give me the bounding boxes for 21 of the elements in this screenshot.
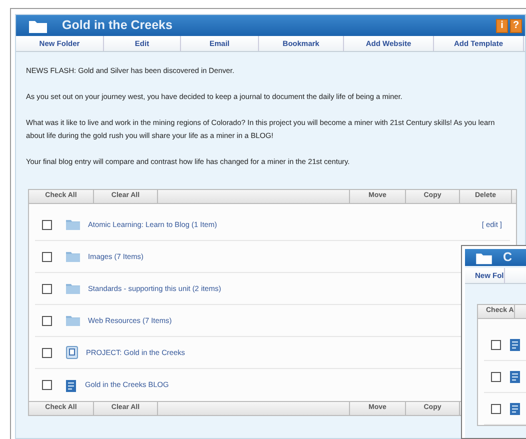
checkbox[interactable] <box>42 284 52 294</box>
checkbox[interactable] <box>42 348 52 358</box>
blog-icon <box>66 378 77 392</box>
blog-icon <box>510 370 521 383</box>
blog-icon <box>510 402 521 415</box>
blog-icon <box>510 338 521 351</box>
checkbox[interactable] <box>42 252 52 262</box>
checkbox[interactable] <box>42 316 52 326</box>
checkbox[interactable] <box>42 220 52 230</box>
window-title: C <box>503 249 512 266</box>
document-icon <box>66 346 78 359</box>
checkbox[interactable] <box>491 372 501 382</box>
folder-icon <box>66 219 80 230</box>
folder-icon <box>66 315 80 326</box>
folder-icon <box>475 250 493 264</box>
checkbox[interactable] <box>491 404 501 414</box>
window-title: Gold in the Creeks <box>62 17 172 34</box>
checkbox[interactable] <box>42 380 52 390</box>
folder-icon <box>66 283 80 294</box>
folder-icon <box>66 251 80 262</box>
checkbox[interactable] <box>491 340 501 350</box>
